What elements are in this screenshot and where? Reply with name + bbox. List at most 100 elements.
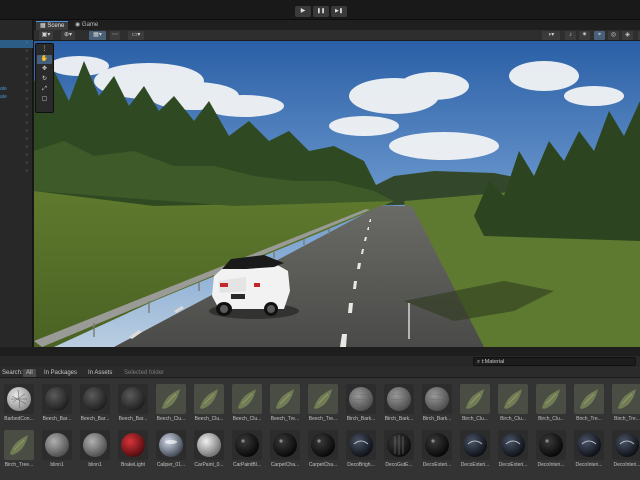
lighting-toggle-button[interactable]: ✷ — [579, 31, 590, 40]
filter-all-button[interactable]: All — [23, 369, 36, 377]
material-asset-label: Birch_Bark... — [346, 416, 376, 422]
hierarchy-row[interactable]: › — [0, 168, 33, 175]
pause-button[interactable]: ❚❚ — [313, 6, 329, 17]
filter-selected-folder-button[interactable]: Selected folder — [124, 369, 164, 377]
hand-tool-icon[interactable]: ✋ — [37, 55, 52, 64]
expand-arrow-icon[interactable]: › — [26, 96, 28, 102]
material-asset[interactable]: DecoGutE... — [382, 430, 416, 474]
hierarchy-row[interactable]: › — [0, 152, 33, 159]
material-asset-label: CarpetCha... — [308, 462, 338, 468]
expand-arrow-icon[interactable]: › — [26, 136, 28, 142]
material-asset[interactable]: Birch_Bark... — [344, 384, 378, 428]
material-asset[interactable]: Beech_Bar... — [40, 384, 74, 428]
expand-arrow-icon[interactable]: › — [26, 112, 28, 118]
material-asset[interactable]: Birch_Clu... — [458, 384, 492, 428]
material-asset[interactable]: Birch_Tre... — [610, 384, 640, 428]
hierarchy-row[interactable]: › — [0, 136, 33, 143]
material-asset[interactable]: Birch_Tree... — [2, 430, 36, 474]
material-asset[interactable]: CarpetCha... — [268, 430, 302, 474]
material-asset[interactable]: Caliper_01... — [154, 430, 188, 474]
hierarchy-row[interactable]: › — [0, 120, 33, 127]
material-asset[interactable]: Birch_Bark... — [382, 384, 416, 428]
move-tool-icon[interactable]: ✥ — [37, 65, 52, 74]
hierarchy-row[interactable]: › — [0, 112, 33, 119]
tab-game[interactable]: ◉ Game — [71, 21, 102, 30]
rect-tool-icon[interactable]: ▢ — [37, 95, 52, 104]
material-preview-icon — [384, 430, 414, 460]
hierarchy-row[interactable]: › — [0, 48, 33, 55]
material-asset[interactable]: Beech_Clu... — [154, 384, 188, 428]
material-asset[interactable]: Birch_Bark... — [420, 384, 454, 428]
view-tool-button[interactable]: ⋮ — [37, 45, 52, 54]
effects-dropdown[interactable]: ◑▾ — [542, 31, 560, 40]
material-asset[interactable]: DecoExteri... — [458, 430, 492, 474]
hierarchy-row[interactable]: › — [0, 104, 33, 111]
expand-arrow-icon[interactable]: › — [26, 104, 28, 110]
expand-arrow-icon[interactable]: › — [26, 72, 28, 78]
grid-snapping-dropdown[interactable]: ▦▾ — [89, 31, 106, 40]
expand-arrow-icon[interactable]: › — [26, 128, 28, 134]
scene-visibility-button[interactable]: ◎ — [608, 31, 619, 40]
hierarchy-row[interactable]: › — [0, 144, 33, 151]
hierarchy-row[interactable]: › — [0, 80, 33, 87]
hierarchy-row[interactable]: › — [0, 160, 33, 167]
render-mode-dropdown[interactable]: ▭▾ — [128, 31, 144, 40]
material-asset[interactable]: Beech_Bar... — [116, 384, 150, 428]
filter-in-packages-button[interactable]: In Packages — [44, 369, 77, 377]
material-asset[interactable]: Beech_Tre... — [306, 384, 340, 428]
gizmos-button[interactable]: ◈ — [622, 31, 633, 40]
material-asset[interactable]: DecoInteri... — [610, 430, 640, 474]
material-asset[interactable]: Birch_Clu... — [496, 384, 530, 428]
tab-scene[interactable]: ▦ Scene — [36, 21, 69, 30]
hierarchy-row[interactable]: › — [0, 56, 33, 63]
material-asset[interactable]: blinn1 — [78, 430, 112, 474]
material-asset[interactable]: Beech_Tre... — [268, 384, 302, 428]
camera-settings-button[interactable]: ⌖ — [594, 31, 605, 40]
material-asset[interactable]: BrakeLight — [116, 430, 150, 474]
hierarchy-row[interactable]: › — [0, 40, 33, 47]
panel-divider[interactable] — [0, 347, 640, 356]
scale-tool-icon[interactable]: ⤢ — [37, 85, 52, 94]
hierarchy-row[interactable]: › — [0, 64, 33, 71]
hierarchy-row[interactable]: › — [0, 88, 33, 95]
rotate-tool-icon[interactable]: ↻ — [37, 75, 52, 84]
expand-arrow-icon[interactable]: › — [26, 80, 28, 86]
material-asset[interactable]: CarpetCha... — [306, 430, 340, 474]
material-asset[interactable]: DecoInteri... — [534, 430, 568, 474]
audio-toggle-button[interactable]: ♪ — [565, 31, 576, 40]
material-asset[interactable]: BarbedCon... — [2, 384, 36, 428]
draw-mode-dropdown[interactable]: ▣▾ — [39, 31, 53, 40]
material-asset[interactable]: Birch_Clu... — [534, 384, 568, 428]
material-asset[interactable]: CarPaint_0... — [192, 430, 226, 474]
expand-arrow-icon[interactable]: › — [26, 64, 28, 70]
project-search-input[interactable]: ⌕ t:Material — [473, 357, 636, 366]
step-button[interactable]: ▶❚ — [331, 6, 347, 17]
play-button[interactable]: ▶ — [295, 6, 311, 17]
expand-arrow-icon[interactable]: › — [26, 40, 28, 46]
expand-arrow-icon[interactable]: › — [26, 152, 28, 158]
filter-in-assets-button[interactable]: In Assets — [88, 369, 112, 377]
hierarchy-row[interactable]: › — [0, 128, 33, 135]
material-asset[interactable]: Beech_Clu... — [192, 384, 226, 428]
expand-arrow-icon[interactable]: › — [26, 144, 28, 150]
expand-arrow-icon[interactable]: › — [26, 168, 28, 174]
expand-arrow-icon[interactable]: › — [26, 56, 28, 62]
material-asset[interactable]: DecoExteri... — [420, 430, 454, 474]
expand-arrow-icon[interactable]: › — [26, 120, 28, 126]
material-asset[interactable]: blinn1 — [40, 430, 74, 474]
material-asset[interactable]: Beech_Bar... — [78, 384, 112, 428]
material-asset[interactable]: DecoBrigh... — [344, 430, 378, 474]
expand-arrow-icon[interactable]: › — [26, 88, 28, 94]
expand-arrow-icon[interactable]: › — [26, 48, 28, 54]
scene-viewport[interactable] — [34, 41, 640, 347]
hierarchy-row[interactable]: › — [0, 96, 33, 103]
hierarchy-row[interactable]: › — [0, 72, 33, 79]
material-asset[interactable]: DecoInteri... — [572, 430, 606, 474]
material-asset[interactable]: DecoExteri... — [496, 430, 530, 474]
material-asset[interactable]: Birch_Tre... — [572, 384, 606, 428]
material-asset[interactable]: CarPaintBl... — [230, 430, 264, 474]
material-asset[interactable]: Beech_Clu... — [230, 384, 264, 428]
gizmo-dropdown[interactable]: ⊕▾ — [61, 31, 75, 40]
expand-arrow-icon[interactable]: › — [26, 160, 28, 166]
snap-increment-button[interactable]: ⋯ — [110, 31, 120, 40]
